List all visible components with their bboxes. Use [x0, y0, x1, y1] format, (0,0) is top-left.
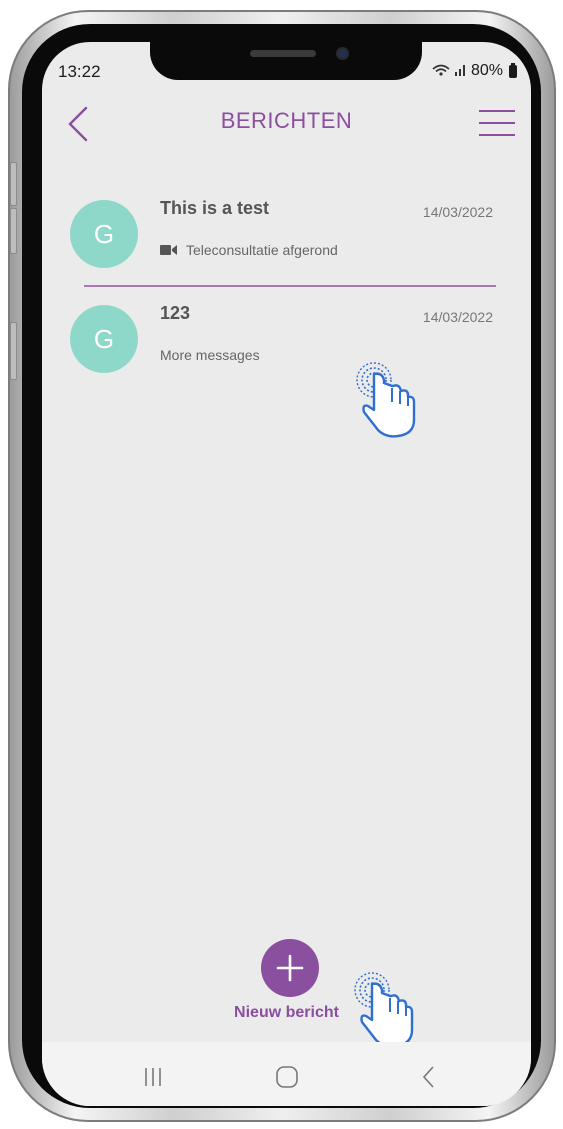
- status-time: 13:22: [58, 62, 101, 81]
- message-date: 14/03/2022: [422, 204, 493, 220]
- recent-apps-button[interactable]: [138, 1062, 168, 1092]
- avatar: G: [70, 200, 138, 268]
- wifi-signal-icon: [431, 63, 467, 80]
- system-back-icon: [422, 1066, 434, 1088]
- app-header: BERICHTEN: [42, 96, 531, 148]
- side-button: [10, 162, 17, 206]
- front-camera: [336, 47, 349, 60]
- message-list: G This is a test 14/03/2022 Teleconsulta…: [42, 182, 531, 392]
- avatar: G: [70, 305, 138, 373]
- message-item[interactable]: G 123 14/03/2022 More messages: [42, 287, 531, 392]
- hand-pointer-icon: [352, 362, 442, 442]
- plus-icon: [276, 954, 304, 982]
- message-title: This is a test: [160, 198, 270, 218]
- menu-button[interactable]: [477, 108, 517, 138]
- video-camera-icon: [160, 245, 177, 255]
- speaker-grille: [250, 50, 316, 57]
- system-back-button[interactable]: [414, 1062, 444, 1092]
- camera-notch: [150, 42, 422, 80]
- new-message-button[interactable]: [261, 939, 319, 997]
- recent-apps-icon: [145, 1068, 161, 1086]
- new-message-label[interactable]: Nieuw bericht: [42, 1004, 531, 1022]
- battery-icon: [509, 62, 517, 78]
- battery-percentage: 80%: [470, 62, 503, 79]
- message-date: 14/03/2022: [422, 309, 493, 325]
- system-navigation-bar: [42, 1042, 531, 1106]
- volume-up-button: [10, 208, 17, 254]
- message-preview-text: Teleconsultatie afgerond: [186, 242, 338, 258]
- hamburger-menu-icon: [479, 110, 515, 136]
- volume-down-button: [10, 322, 17, 380]
- page-title: BERICHTEN: [220, 108, 353, 133]
- message-preview-text: More messages: [160, 347, 260, 363]
- message-item[interactable]: G This is a test 14/03/2022 Teleconsulta…: [42, 182, 531, 287]
- phone-screen: 13:22 80% BERICHTEN G This is a test 14/…: [42, 42, 531, 1106]
- message-preview: More messages: [160, 347, 260, 363]
- home-icon: [276, 1066, 298, 1088]
- status-indicators: 80%: [431, 62, 517, 80]
- message-title: 123: [160, 303, 191, 323]
- home-button[interactable]: [272, 1062, 302, 1092]
- hand-pointer-icon: [350, 972, 440, 1052]
- message-preview: Teleconsultatie afgerond: [160, 242, 338, 258]
